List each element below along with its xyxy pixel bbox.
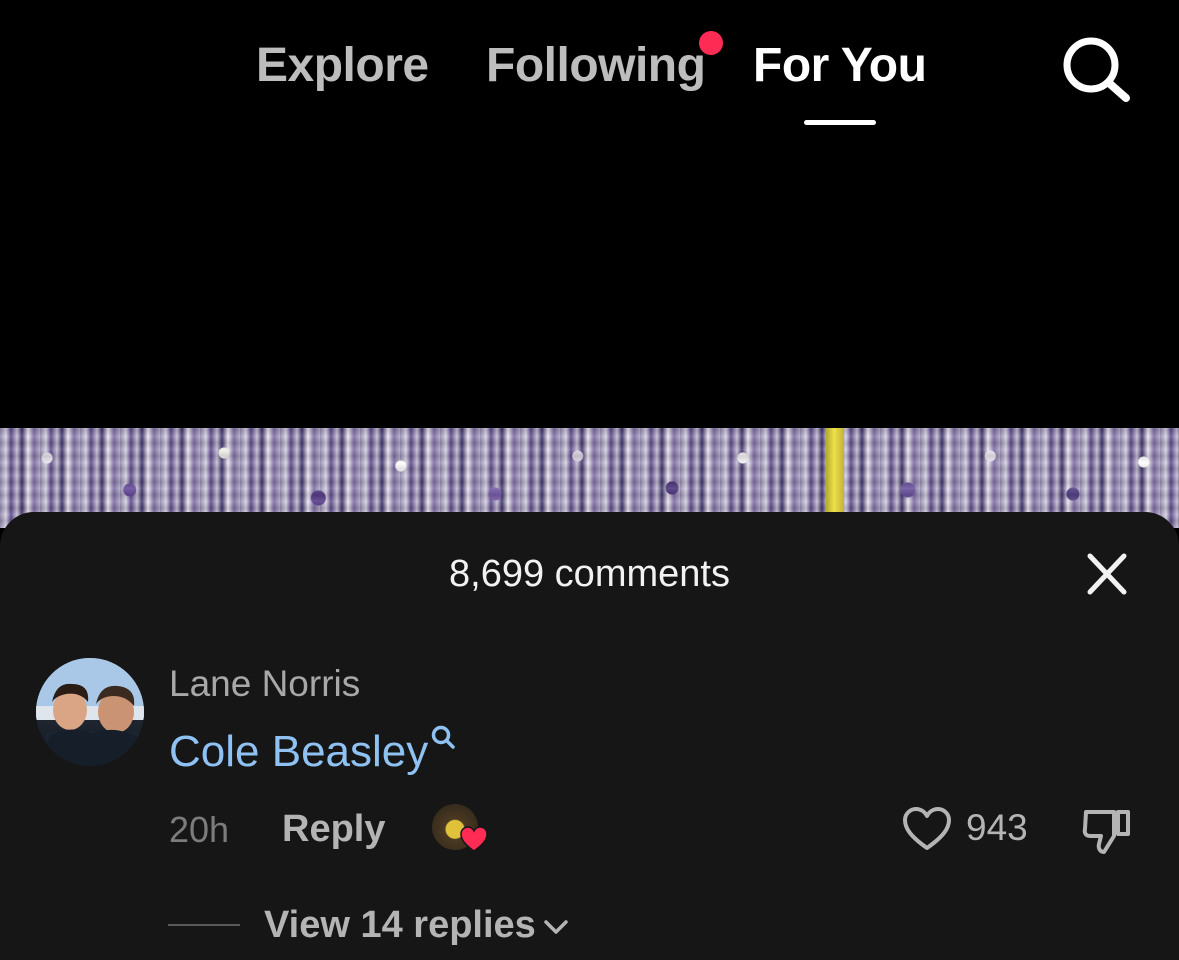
like-button[interactable] bbox=[902, 806, 952, 852]
active-tab-indicator bbox=[804, 120, 876, 125]
following-notification-dot bbox=[699, 31, 723, 55]
comment-username[interactable]: Lane Norris bbox=[169, 662, 360, 706]
reply-button[interactable]: Reply bbox=[282, 806, 385, 852]
close-icon bbox=[1087, 553, 1127, 595]
replies-divider bbox=[168, 924, 240, 926]
view-replies-label: View 14 replies bbox=[264, 904, 536, 946]
search-icon bbox=[432, 725, 456, 749]
comment-timestamp: 20h bbox=[169, 809, 230, 850]
liked-by-creator-badge bbox=[432, 804, 488, 854]
chevron-down-icon bbox=[544, 920, 568, 934]
avatar-photo bbox=[36, 658, 144, 766]
close-button[interactable] bbox=[1084, 552, 1130, 596]
dislike-button[interactable] bbox=[1080, 804, 1134, 856]
tab-for-you[interactable]: For You bbox=[753, 38, 927, 94]
heart-icon bbox=[460, 826, 488, 852]
comments-count-title: 8,699 comments bbox=[449, 553, 730, 595]
tab-following[interactable]: Following bbox=[486, 38, 706, 94]
thumbs-down-icon bbox=[1082, 810, 1130, 854]
view-replies-button[interactable]: View 14 replies bbox=[264, 902, 570, 948]
tiktok-screen: Explore Following For You 8,699 comments bbox=[0, 0, 1179, 960]
search-icon bbox=[1063, 37, 1130, 102]
avatar[interactable] bbox=[36, 658, 144, 766]
comment-text-link[interactable]: Cole Beasley bbox=[169, 725, 456, 778]
top-navigation: Explore Following For You bbox=[0, 0, 1179, 140]
like-count: 943 bbox=[966, 807, 1028, 848]
heart-outline-icon bbox=[903, 807, 951, 850]
tab-explore[interactable]: Explore bbox=[256, 38, 429, 94]
comment-text: Cole Beasley bbox=[169, 727, 429, 776]
search-button[interactable] bbox=[1058, 32, 1134, 104]
